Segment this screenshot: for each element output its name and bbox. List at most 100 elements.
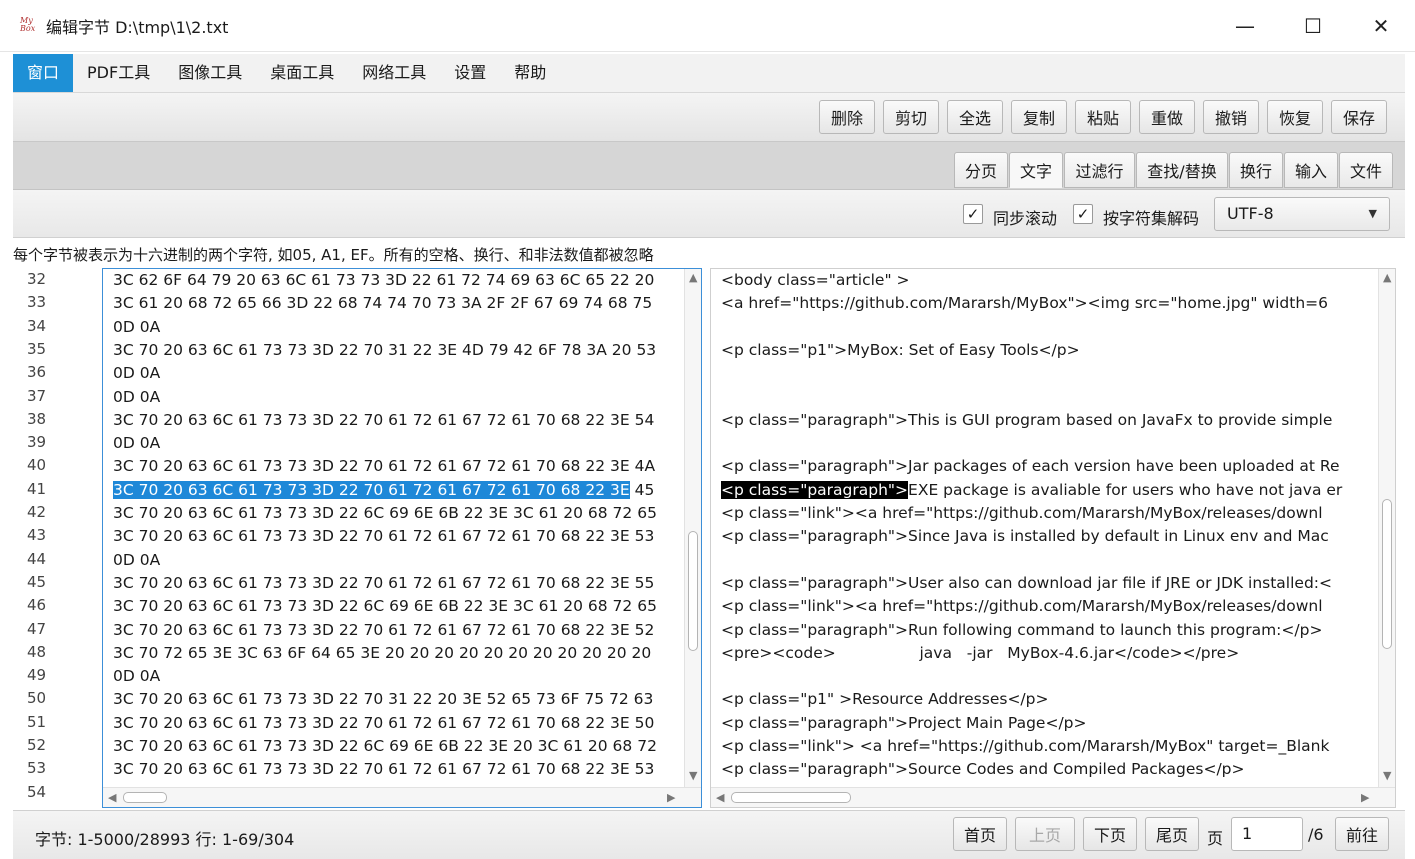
- redo-button[interactable]: 重做: [1139, 100, 1195, 134]
- hex-line[interactable]: 3C 70 20 63 6C 61 73 73 3D 22 6C 69 6E 6…: [113, 735, 657, 758]
- scroll-up-icon[interactable]: ▲: [1383, 271, 1391, 284]
- hex-line[interactable]: 3C 62 6F 64 79 20 63 6C 61 73 73 3D 22 6…: [113, 269, 654, 292]
- tab-input[interactable]: 输入: [1284, 152, 1338, 188]
- scroll-left-icon[interactable]: ◀: [716, 791, 724, 804]
- line-number: 35: [27, 339, 47, 358]
- text-line[interactable]: <p class="paragraph">Jar packages of eac…: [721, 455, 1340, 478]
- sync-scroll-checkbox[interactable]: ✓: [963, 204, 983, 224]
- hex-line[interactable]: 3C 70 20 63 6C 61 73 73 3D 22 70 61 72 6…: [113, 572, 654, 595]
- hex-line[interactable]: 0D 0A: [113, 665, 160, 688]
- hex-line[interactable]: 3C 70 20 63 6C 61 73 73 3D 22 70 61 72 6…: [113, 409, 654, 432]
- hex-line[interactable]: 3C 61 20 68 72 65 66 3D 22 68 74 74 70 7…: [113, 292, 652, 315]
- text-line[interactable]: <p class="p1" >Resource Addresses</p>: [721, 688, 1048, 711]
- tab-line-break[interactable]: 换行: [1229, 152, 1283, 188]
- menu-help[interactable]: 帮助: [500, 54, 560, 92]
- select-all-button[interactable]: 全选: [947, 100, 1003, 134]
- text-horizontal-scrollbar[interactable]: ◀ ▶: [711, 787, 1395, 807]
- text-line[interactable]: <p class="paragraph">Since Java is insta…: [721, 525, 1329, 548]
- text-vertical-thumb[interactable]: [1382, 499, 1392, 649]
- hex-horizontal-thumb[interactable]: [123, 792, 167, 803]
- text-line[interactable]: <p class="link"><a href="https://github.…: [721, 595, 1323, 618]
- menu-network-tools[interactable]: 网络工具: [348, 54, 440, 92]
- line-number: 33: [27, 293, 47, 312]
- text-selection[interactable]: <p class="paragraph">: [721, 480, 909, 499]
- line-number: 48: [27, 642, 47, 661]
- text-line[interactable]: <pre><code> java -jar MyBox-4.6.jar</cod…: [721, 642, 1239, 665]
- text-line[interactable]: <p class="p1">MyBox: Set of Easy Tools</…: [721, 339, 1080, 362]
- minimize-button[interactable]: —: [1211, 0, 1279, 52]
- hex-line[interactable]: 0D 0A: [113, 386, 160, 409]
- hex-selection[interactable]: 3C 70 20 63 6C 61 73 73 3D 22 70 61 72 6…: [113, 480, 630, 499]
- last-page-button[interactable]: 尾页: [1145, 817, 1199, 851]
- line-number: 36: [27, 363, 47, 382]
- go-page-button[interactable]: 前往: [1335, 817, 1389, 851]
- text-line[interactable]: <p class="paragraph">Source Codes and Co…: [721, 758, 1245, 781]
- hex-editor[interactable]: 3C 70 20 63 6C 61 73 73 3D 22 70 61 72 6…: [102, 268, 702, 808]
- tab-pagination[interactable]: 分页: [954, 152, 1008, 188]
- hex-line[interactable]: 0D 0A: [113, 549, 160, 572]
- tab-file[interactable]: 文件: [1339, 152, 1393, 188]
- tab-text[interactable]: 文字: [1009, 152, 1063, 188]
- hex-line[interactable]: 3C 70 72 65 3E 3C 63 6F 64 65 3E 20 20 2…: [113, 642, 651, 665]
- text-vertical-scrollbar[interactable]: ▲ ▼: [1378, 269, 1395, 789]
- hex-vertical-thumb[interactable]: [688, 531, 698, 651]
- delete-button[interactable]: 删除: [819, 100, 875, 134]
- paste-button[interactable]: 粘贴: [1075, 100, 1131, 134]
- hex-vertical-scrollbar[interactable]: ▲ ▼: [684, 269, 701, 789]
- menu-window[interactable]: 窗口: [13, 54, 74, 92]
- undo-button[interactable]: 撤销: [1203, 100, 1259, 134]
- hex-line[interactable]: 0D 0A: [113, 432, 160, 455]
- text-line[interactable]: <p class="paragraph">Project Main Page</…: [721, 712, 1087, 735]
- first-page-button[interactable]: 首页: [953, 817, 1007, 851]
- hex-line[interactable]: 3C 70 20 63 6C 61 73 73 3D 22 70 61 72 6…: [113, 479, 654, 502]
- scroll-right-icon[interactable]: ▶: [667, 791, 675, 804]
- menu-settings[interactable]: 设置: [440, 54, 500, 92]
- charset-select[interactable]: UTF-8 ▼: [1214, 197, 1390, 231]
- close-button[interactable]: ✕: [1347, 0, 1415, 52]
- text-line[interactable]: <a href="https://github.com/Mararsh/MyBo…: [721, 292, 1328, 315]
- text-line[interactable]: <p class="paragraph">This is GUI program…: [721, 409, 1332, 432]
- tab-filter-lines[interactable]: 过滤行: [1064, 152, 1135, 188]
- decode-charset-checkbox[interactable]: ✓: [1073, 204, 1093, 224]
- text-horizontal-thumb[interactable]: [731, 792, 851, 803]
- scroll-right-icon[interactable]: ▶: [1361, 791, 1369, 804]
- hex-line[interactable]: 3C 70 20 63 6C 61 73 73 3D 22 70 61 72 6…: [113, 455, 655, 478]
- scroll-left-icon[interactable]: ◀: [108, 791, 116, 804]
- page-number-input[interactable]: 1: [1231, 817, 1303, 851]
- text-line[interactable]: <p class="paragraph">Run following comma…: [721, 619, 1322, 642]
- tab-find-replace[interactable]: 查找/替换: [1136, 152, 1228, 188]
- save-button[interactable]: 保存: [1331, 100, 1387, 134]
- menu-desktop-tools[interactable]: 桌面工具: [256, 54, 348, 92]
- hex-line[interactable]: 3C 70 20 63 6C 61 73 73 3D 22 6C 69 6E 6…: [113, 595, 657, 618]
- line-number: 54: [27, 782, 47, 801]
- text-line[interactable]: <p class="paragraph">EXE package is aval…: [721, 479, 1342, 502]
- text-line[interactable]: <p class="link"> <a href="https://github…: [721, 735, 1329, 758]
- scroll-up-icon[interactable]: ▲: [689, 271, 697, 284]
- recover-button[interactable]: 恢复: [1267, 100, 1323, 134]
- hex-line[interactable]: 3C 70 20 63 6C 61 73 73 3D 22 70 61 72 6…: [113, 619, 654, 642]
- hex-line[interactable]: 3C 70 20 63 6C 61 73 73 3D 22 70 31 22 2…: [113, 688, 653, 711]
- hex-line[interactable]: 3C 70 20 63 6C 61 73 73 3D 22 70 31 22 3…: [113, 339, 656, 362]
- scroll-down-icon[interactable]: ▼: [689, 769, 697, 782]
- copy-button[interactable]: 复制: [1011, 100, 1067, 134]
- text-viewer[interactable]: <p class="paragraph">Source Codes and Co…: [710, 268, 1396, 808]
- cut-button[interactable]: 剪切: [883, 100, 939, 134]
- text-line[interactable]: <body class="article" >: [721, 269, 910, 292]
- prev-page-button[interactable]: 上页: [1015, 817, 1075, 851]
- hex-line[interactable]: 3C 70 20 63 6C 61 73 73 3D 22 70 61 72 6…: [113, 525, 654, 548]
- menu-pdf-tools[interactable]: PDF工具: [73, 54, 164, 92]
- next-page-button[interactable]: 下页: [1083, 817, 1137, 851]
- hex-line[interactable]: 0D 0A: [113, 316, 160, 339]
- menu-image-tools[interactable]: 图像工具: [164, 54, 256, 92]
- text-line[interactable]: <p class="paragraph">User also can downl…: [721, 572, 1332, 595]
- hex-line[interactable]: 0D 0A: [113, 362, 160, 385]
- menu-bar: 窗口 PDF工具 图像工具 桌面工具 网络工具 设置 帮助: [13, 54, 1405, 92]
- maximize-button[interactable]: ☐: [1279, 0, 1347, 52]
- text-line[interactable]: <p class="link"><a href="https://github.…: [721, 502, 1323, 525]
- scroll-down-icon[interactable]: ▼: [1383, 769, 1391, 782]
- hex-horizontal-scrollbar[interactable]: ◀ ▶: [103, 787, 701, 807]
- hex-line[interactable]: 3C 70 20 63 6C 61 73 73 3D 22 70 61 72 6…: [113, 758, 654, 781]
- line-number: 39: [27, 433, 47, 452]
- hex-line[interactable]: 3C 70 20 63 6C 61 73 73 3D 22 6C 69 6E 6…: [113, 502, 657, 525]
- hex-line[interactable]: 3C 70 20 63 6C 61 73 73 3D 22 70 61 72 6…: [113, 712, 654, 735]
